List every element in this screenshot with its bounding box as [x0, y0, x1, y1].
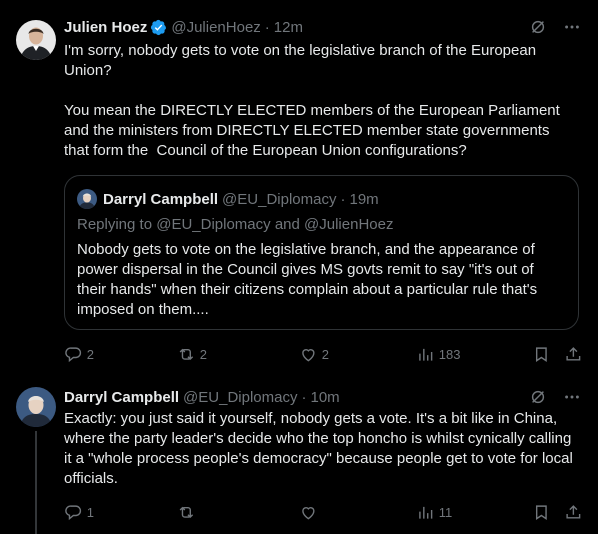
reply-icon: [65, 347, 82, 362]
like-icon: [302, 348, 315, 362]
replying-to-link-2[interactable]: @JulienHoez: [304, 216, 393, 233]
reply-count: 1: [86, 504, 94, 520]
views-button[interactable]: 11: [416, 502, 452, 522]
verified-badge-icon[interactable]: [150, 19, 167, 36]
tweet-actions: 2 2 2 183: [64, 344, 584, 364]
separator-dot: ·: [301, 388, 307, 406]
views-count: 183: [438, 346, 461, 362]
views-icon: [419, 348, 433, 361]
replying-to-link-1[interactable]: @EU_Diplomacy: [156, 216, 270, 233]
grok-icon[interactable]: [528, 387, 548, 407]
repost-count: 2: [199, 346, 207, 362]
thread-line: [35, 431, 37, 534]
more-options-icon[interactable]: [562, 17, 582, 37]
header-actions: [528, 17, 582, 37]
bookmark-icon: [535, 347, 547, 362]
quote-timestamp: 19m: [349, 190, 379, 208]
reply-count: 2: [86, 346, 94, 362]
replying-to-label: Replying to: [77, 216, 153, 233]
bookmark-button[interactable]: [532, 344, 551, 364]
share-button[interactable]: [564, 502, 583, 522]
quoted-tweet[interactable]: Darryl Campbell @EU_Diplomacy · 19m Repl…: [64, 175, 579, 330]
author-name[interactable]: Julien Hoez: [64, 19, 147, 36]
share-icon: [566, 504, 581, 519]
share-icon: [566, 346, 581, 361]
timestamp[interactable]: 10m: [310, 389, 339, 406]
quote-separator-dot: ·: [340, 190, 346, 208]
quote-header: Darryl Campbell @EU_Diplomacy · 19m: [77, 189, 379, 209]
repost-icon: [179, 506, 194, 518]
replying-to-and: and: [274, 216, 300, 233]
author-handle[interactable]: @JulienHoez: [171, 19, 260, 36]
views-button[interactable]: 183: [416, 344, 460, 364]
separator-dot: ·: [264, 18, 270, 36]
like-button[interactable]: [299, 502, 322, 522]
repost-button[interactable]: 2: [177, 344, 207, 364]
header-actions: [528, 387, 582, 407]
views-count: 11: [438, 504, 453, 520]
share-button[interactable]: [564, 344, 583, 364]
reply-icon: [65, 505, 82, 520]
like-count: 2: [321, 346, 329, 362]
avatar-julien-hoez[interactable]: [16, 20, 56, 60]
bookmark-button[interactable]: [532, 502, 551, 522]
like-button[interactable]: 2: [299, 344, 329, 364]
tweet-header: Darryl Campbell @EU_Diplomacy · 10m: [64, 387, 582, 407]
quote-author-name: Darryl Campbell: [103, 190, 219, 208]
timestamp[interactable]: 12m: [274, 19, 303, 36]
repost-icon: [179, 348, 194, 360]
views-icon: [419, 506, 433, 519]
quote-author-handle: @EU_Diplomacy: [222, 190, 337, 208]
more-options-icon[interactable]: [562, 387, 582, 407]
tweet-darryl-campbell[interactable]: Darryl Campbell @EU_Diplomacy · 10m Exac…: [0, 370, 598, 534]
quote-avatar: [77, 189, 97, 209]
grok-icon[interactable]: [528, 17, 548, 37]
tweet-text: I'm sorry, nobody gets to vote on the le…: [64, 42, 560, 159]
author-name[interactable]: Darryl Campbell: [64, 389, 179, 406]
reply-button[interactable]: 2: [64, 344, 94, 364]
author-handle[interactable]: @EU_Diplomacy: [183, 389, 297, 406]
tweet-text: Exactly: you just said it yourself, nobo…: [64, 410, 577, 487]
reply-button[interactable]: 1: [64, 502, 94, 522]
quote-replying-to: Replying to @EU_Diplomacy and @JulienHoe…: [77, 216, 393, 233]
avatar-darryl-campbell[interactable]: [16, 387, 56, 427]
tweet-header: Julien Hoez @JulienHoez · 12m: [64, 17, 582, 37]
like-icon: [302, 506, 315, 520]
quote-text: Nobody gets to vote on the legislative b…: [77, 241, 538, 318]
tweet-actions: 1 11: [64, 502, 584, 522]
tweet-julien-hoez[interactable]: Julien Hoez @JulienHoez · 12m I'm sorry,…: [0, 0, 598, 370]
repost-button[interactable]: [177, 502, 200, 522]
bookmark-icon: [535, 505, 547, 520]
